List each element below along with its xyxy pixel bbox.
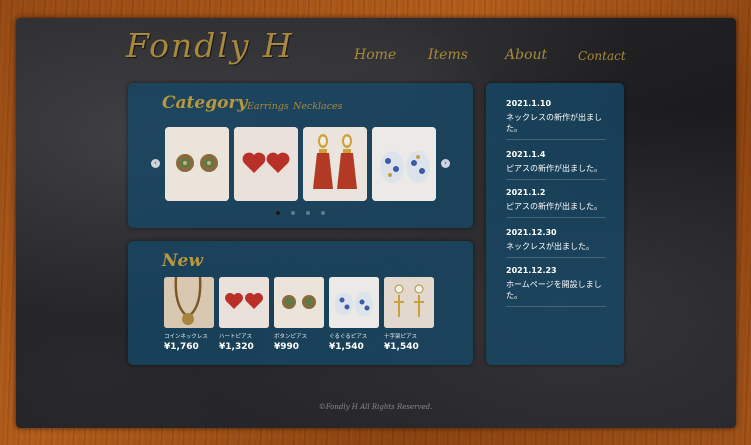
red-tassel-earring-image bbox=[303, 127, 367, 201]
carousel-dot-3[interactable] bbox=[306, 211, 310, 215]
main-nav: Home Items About Contact bbox=[0, 47, 751, 69]
new-item-name: ぐるぐるピアス bbox=[329, 334, 368, 340]
new-item-price: ¥1,540 bbox=[329, 342, 364, 352]
new-item-cross-earring[interactable]: 十字架ピアス ¥1,540 bbox=[384, 277, 434, 352]
news-date: 2021.12.30 bbox=[506, 228, 557, 237]
carousel-dot-2[interactable] bbox=[291, 211, 295, 215]
news-item[interactable]: 2021.12.30 ネックレスが出ました。 bbox=[506, 228, 606, 258]
new-item-price: ¥1,540 bbox=[384, 342, 419, 352]
news-item[interactable]: 2021.12.23 ホームページを開設しました。 bbox=[506, 266, 606, 307]
new-item-swirl-earring[interactable]: ぐるぐるピアス ¥1,540 bbox=[329, 277, 379, 352]
category-panel: Category Earrings Necklaces ‹ › bbox=[128, 83, 473, 228]
new-item-name: 十字架ピアス bbox=[384, 334, 418, 340]
button-earring-image bbox=[274, 277, 324, 328]
carousel-item-blue-flower-earring[interactable] bbox=[372, 127, 436, 201]
new-item-heart-earring[interactable]: ハートピアス ¥1,320 bbox=[219, 277, 269, 352]
carousel-item-red-heart-earring[interactable] bbox=[234, 127, 298, 201]
new-item-price: ¥990 bbox=[274, 342, 300, 352]
footer-copyright: ©Fondly H All Rights Reserved. bbox=[318, 403, 433, 411]
heart-earring-image bbox=[219, 277, 269, 328]
chevron-left-icon[interactable]: ‹ bbox=[151, 159, 160, 168]
new-title: New bbox=[162, 251, 203, 271]
news-item[interactable]: 2021.1.2 ピアスの新作が出ました。 bbox=[506, 188, 606, 218]
new-item-button-earring[interactable]: ボタンピアス ¥990 bbox=[274, 277, 324, 352]
carousel-dot-4[interactable] bbox=[321, 211, 325, 215]
new-item-coin-necklace[interactable]: コインネックレス ¥1,760 bbox=[164, 277, 214, 352]
news-item[interactable]: 2021.1.10 ネックレスの新作が出ました。 bbox=[506, 99, 606, 140]
news-text: ピアスの新作が出ました。 bbox=[506, 164, 602, 173]
category-title: Category bbox=[162, 93, 248, 113]
chevron-right-icon[interactable]: › bbox=[441, 159, 450, 168]
news-panel: 2021.1.10 ネックレスの新作が出ました。 2021.1.4 ピアスの新作… bbox=[486, 83, 624, 365]
carousel-dot-1[interactable] bbox=[276, 211, 280, 215]
nav-items[interactable]: Items bbox=[428, 47, 468, 63]
new-item-price: ¥1,760 bbox=[164, 342, 199, 352]
category-link-earrings[interactable]: Earrings bbox=[247, 101, 289, 112]
news-date: 2021.1.10 bbox=[506, 99, 552, 108]
news-text: ネックレスが出ました。 bbox=[506, 242, 594, 251]
nav-contact[interactable]: Contact bbox=[578, 49, 626, 63]
news-date: 2021.1.2 bbox=[506, 188, 546, 197]
news-text: ピアスの新作が出ました。 bbox=[506, 202, 602, 211]
news-text: ホームページを開設しました。 bbox=[506, 280, 602, 300]
nav-about[interactable]: About bbox=[505, 47, 547, 63]
new-item-price: ¥1,320 bbox=[219, 342, 254, 352]
red-heart-earring-image bbox=[234, 127, 298, 201]
category-link-necklaces[interactable]: Necklaces bbox=[293, 101, 343, 112]
new-item-name: ボタンピアス bbox=[274, 334, 308, 340]
news-text: ネックレスの新作が出ました。 bbox=[506, 113, 602, 133]
carousel-item-bronze-button-earring[interactable] bbox=[165, 127, 229, 201]
nav-home[interactable]: Home bbox=[354, 47, 396, 63]
new-item-name: ハートピアス bbox=[219, 334, 253, 340]
new-items-panel: New コインネックレス ¥1,760 ハートピアス ¥1,320 ボタンピアス… bbox=[128, 241, 473, 365]
news-item[interactable]: 2021.1.4 ピアスの新作が出ました。 bbox=[506, 150, 606, 180]
new-item-name: コインネックレス bbox=[164, 334, 208, 340]
news-date: 2021.12.23 bbox=[506, 266, 557, 275]
blue-flower-earring-image bbox=[372, 127, 436, 201]
news-date: 2021.1.4 bbox=[506, 150, 546, 159]
coin-necklace-image bbox=[164, 277, 214, 328]
bronze-button-earring-image bbox=[165, 127, 229, 201]
swirl-earring-image bbox=[329, 277, 379, 328]
carousel-item-red-tassel-earring[interactable] bbox=[303, 127, 367, 201]
cross-earring-image bbox=[384, 277, 434, 328]
